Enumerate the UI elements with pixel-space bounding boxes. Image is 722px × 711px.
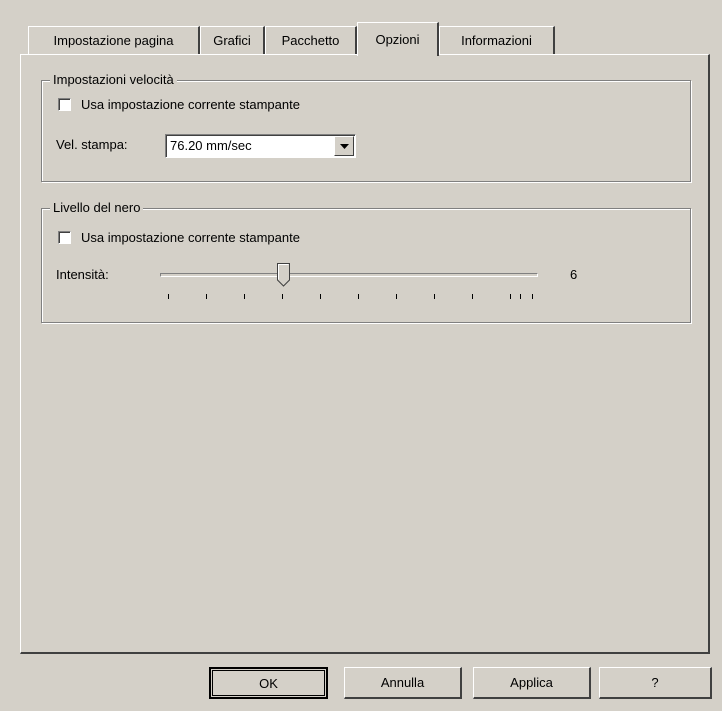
darkness-group: Livello del nero Usa impostazione corren… bbox=[41, 200, 691, 323]
options-panel: Impostazioni velocità Usa impostazione c… bbox=[20, 54, 710, 654]
slider-tick bbox=[206, 294, 207, 299]
cancel-button-label: Annulla bbox=[380, 675, 425, 690]
slider-thumb-icon[interactable] bbox=[277, 263, 290, 290]
tab-impostazione-pagina[interactable]: Impostazione pagina bbox=[28, 26, 200, 54]
tab-label: Grafici bbox=[213, 33, 251, 48]
apply-button[interactable]: Applica bbox=[473, 667, 591, 699]
help-button[interactable]: ? bbox=[599, 667, 712, 699]
apply-button-label: Applica bbox=[510, 675, 553, 690]
tab-label: Pacchetto bbox=[281, 33, 340, 48]
intensity-slider-track[interactable] bbox=[160, 273, 538, 277]
speed-group-title: Impostazioni velocità bbox=[50, 72, 177, 87]
darkness-use-printer-checkbox[interactable] bbox=[58, 231, 71, 244]
ok-button[interactable]: OK bbox=[209, 667, 328, 699]
speed-use-printer-checkbox[interactable] bbox=[58, 98, 71, 111]
slider-tick bbox=[244, 294, 245, 299]
speed-select[interactable]: 76.20 mm/sec bbox=[165, 134, 356, 158]
intensity-label: Intensità: bbox=[56, 267, 109, 282]
tab-label: Impostazione pagina bbox=[53, 33, 174, 48]
slider-tick bbox=[510, 294, 511, 299]
help-button-label: ? bbox=[651, 675, 659, 690]
tab-opzioni[interactable]: Opzioni bbox=[357, 22, 439, 56]
tab-label: Informazioni bbox=[461, 33, 532, 48]
speed-settings-group: Impostazioni velocità Usa impostazione c… bbox=[41, 72, 691, 182]
tab-informazioni[interactable]: Informazioni bbox=[439, 26, 555, 54]
speed-select-value: 76.20 mm/sec bbox=[170, 138, 252, 153]
slider-tick bbox=[320, 294, 321, 299]
slider-tick bbox=[168, 294, 169, 299]
speed-use-printer-setting[interactable]: Usa impostazione corrente stampante bbox=[58, 97, 300, 112]
darkness-checkbox-label: Usa impostazione corrente stampante bbox=[81, 230, 300, 245]
slider-tick bbox=[434, 294, 435, 299]
cancel-button[interactable]: Annulla bbox=[344, 667, 462, 699]
tab-grafici[interactable]: Grafici bbox=[200, 26, 265, 54]
darkness-group-title: Livello del nero bbox=[50, 200, 144, 215]
tab-label: Opzioni bbox=[375, 32, 420, 47]
slider-tick bbox=[520, 294, 521, 299]
tab-pacchetto[interactable]: Pacchetto bbox=[265, 26, 357, 54]
intensity-value: 6 bbox=[570, 267, 578, 282]
speed-checkbox-label: Usa impostazione corrente stampante bbox=[81, 97, 300, 112]
speed-label: Vel. stampa: bbox=[56, 137, 128, 152]
slider-tick bbox=[472, 294, 473, 299]
darkness-use-printer-setting[interactable]: Usa impostazione corrente stampante bbox=[58, 230, 300, 245]
slider-tick bbox=[532, 294, 533, 299]
slider-tick bbox=[358, 294, 359, 299]
slider-tick bbox=[396, 294, 397, 299]
slider-tick bbox=[282, 294, 283, 299]
ok-button-label: OK bbox=[259, 675, 278, 691]
chevron-down-icon[interactable] bbox=[334, 136, 354, 156]
